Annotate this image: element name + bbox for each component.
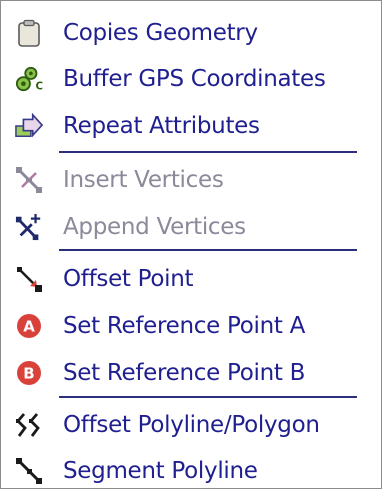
menu-item-label: Repeat Attributes	[63, 113, 260, 139]
menu-item-insert-vertices[interactable]: Insert Vertices	[1, 158, 381, 202]
menu-item-label: Copies Geometry	[63, 20, 258, 46]
menu-item-set-reference-point-a[interactable]: A Set Reference Point A	[1, 304, 381, 348]
menu-item-label: Offset Polyline/Polygon	[63, 412, 320, 438]
clipboard-icon	[15, 19, 43, 47]
menu-item-repeat-attributes[interactable]: Repeat Attributes	[1, 104, 381, 148]
gps-buffer-icon: C	[15, 65, 43, 93]
reference-b-icon: B	[15, 359, 43, 387]
menu-item-label: Insert Vertices	[63, 167, 224, 193]
menu-item-label: Append Vertices	[63, 214, 246, 240]
context-menu: Copies Geometry C Buffer GPS Coordinates…	[0, 0, 382, 489]
menu-item-copies-geometry[interactable]: Copies Geometry	[1, 11, 381, 55]
menu-item-set-reference-point-b[interactable]: B Set Reference Point B	[1, 351, 381, 395]
badge-letter: B	[23, 365, 34, 383]
menu-item-label: Segment Polyline	[63, 458, 258, 484]
offset-point-icon	[15, 265, 43, 293]
menu-separator	[59, 151, 357, 153]
menu-item-label: Set Reference Point A	[63, 313, 306, 339]
segment-polyline-icon	[15, 457, 43, 485]
append-vertices-icon	[15, 213, 43, 241]
menu-item-buffer-gps-coordinates[interactable]: C Buffer GPS Coordinates	[1, 57, 381, 101]
reference-a-icon: A	[15, 312, 43, 340]
offset-polyline-icon	[15, 411, 43, 439]
menu-item-segment-polyline[interactable]: Segment Polyline	[1, 449, 381, 493]
menu-separator	[59, 396, 357, 398]
insert-vertices-icon	[15, 166, 43, 194]
menu-item-offset-polyline-polygon[interactable]: Offset Polyline/Polygon	[1, 403, 381, 447]
menu-item-offset-point[interactable]: Offset Point	[1, 257, 381, 301]
menu-item-append-vertices[interactable]: Append Vertices	[1, 205, 381, 249]
badge-letter: A	[23, 318, 35, 336]
menu-separator	[59, 249, 357, 251]
menu-item-label: Buffer GPS Coordinates	[63, 66, 326, 92]
repeat-arrow-icon	[15, 112, 43, 140]
menu-item-label: Offset Point	[63, 266, 194, 292]
menu-item-label: Set Reference Point B	[63, 360, 306, 386]
svg-text:C: C	[36, 80, 43, 92]
